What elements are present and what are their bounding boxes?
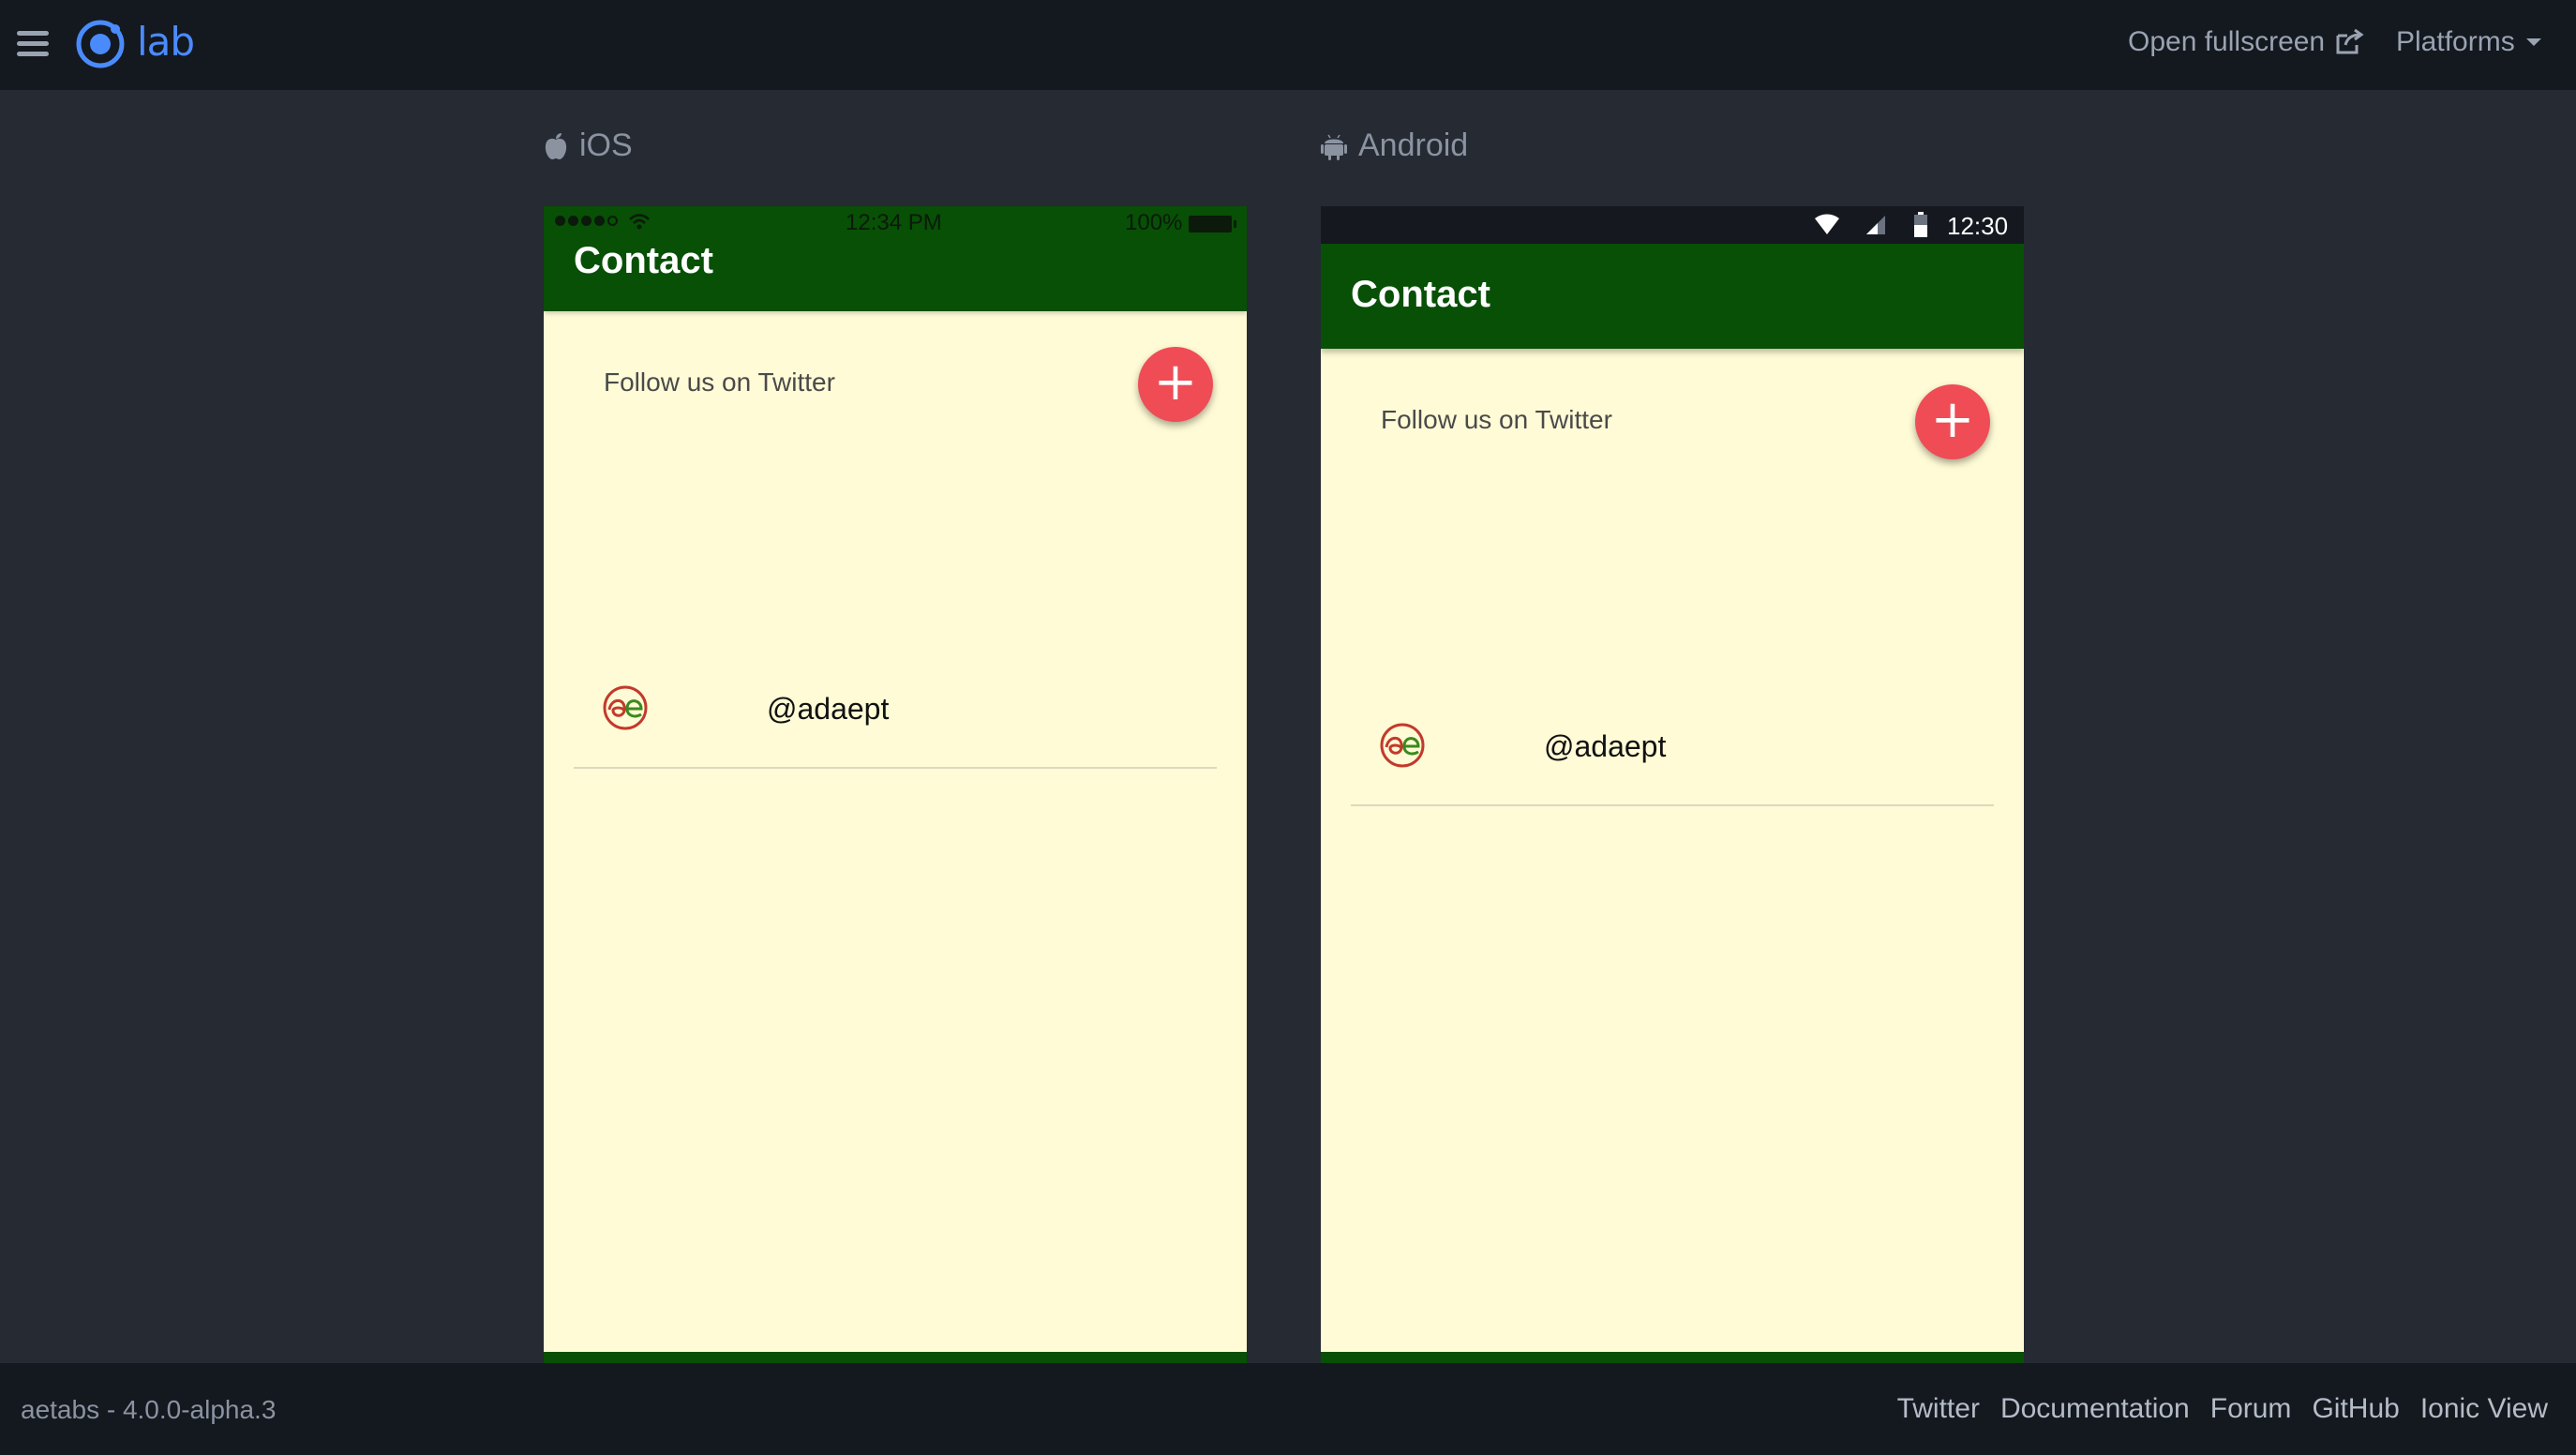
ios-label-text: iOS	[579, 128, 633, 163]
apple-icon	[545, 132, 567, 159]
footer-link-ionic-view[interactable]: Ionic View	[2420, 1393, 2548, 1425]
footer-link-documentation[interactable]: Documentation	[2000, 1393, 2190, 1425]
top-bar: lab Open fullscreen Platforms	[0, 0, 2576, 90]
android-add-fab-button[interactable]: +	[1915, 384, 1990, 459]
battery-icon	[1914, 212, 1927, 237]
wifi-icon	[1815, 214, 1839, 234]
ios-twitter-handle: @adaept	[767, 692, 890, 726]
ios-battery-percent: 100%	[1125, 210, 1183, 235]
ios-follow-text: Follow us on Twitter	[604, 368, 835, 397]
ios-status-time: 12:34 PM	[846, 210, 942, 235]
ios-status-bar: 12:34 PM 100%	[544, 206, 1247, 244]
app-logo-text[interactable]: lab	[137, 19, 195, 65]
platforms-label: Platforms	[2396, 26, 2515, 57]
footer-bar: aetabs - 4.0.0-alpha.3 Twitter Documenta…	[0, 1363, 2576, 1455]
android-follow-text: Follow us on Twitter	[1381, 405, 1612, 434]
platforms-dropdown[interactable]: Platforms	[2396, 26, 2543, 58]
battery-icon	[1189, 216, 1236, 232]
ios-add-fab-button[interactable]: +	[1138, 347, 1213, 422]
android-platform-label: Android	[1321, 128, 1468, 164]
adaept-logo-icon	[603, 685, 648, 730]
android-label-text: Android	[1358, 128, 1469, 163]
android-twitter-handle: @adaept	[1544, 729, 1667, 763]
android-status-bar: 12:30	[1321, 206, 2024, 244]
ios-twitter-list-item[interactable]: @adaept	[574, 656, 1217, 769]
android-status-time: 12:30	[1947, 212, 2009, 240]
footer-link-twitter[interactable]: Twitter	[1897, 1393, 1980, 1425]
android-page-title: Contact	[1351, 274, 1490, 315]
external-link-icon	[2336, 28, 2364, 54]
footer-link-forum[interactable]: Forum	[2210, 1393, 2292, 1425]
cell-signal-icon	[1866, 216, 1885, 234]
wifi-icon	[629, 214, 650, 230]
ionic-logo-icon[interactable]	[75, 19, 126, 69]
footer-link-github[interactable]: GitHub	[2312, 1393, 2399, 1425]
adaept-logo-icon	[1380, 723, 1425, 768]
app-version-text: aetabs - 4.0.0-alpha.3	[21, 1395, 277, 1424]
footer-links: Twitter Documentation Forum GitHub Ionic…	[1897, 1393, 2548, 1425]
android-twitter-list-item[interactable]: @adaept	[1351, 694, 1994, 806]
open-fullscreen-button[interactable]: Open fullscreen	[2128, 26, 2364, 58]
android-toolbar: Contact	[1321, 244, 2024, 349]
ios-preview-frame: 12:34 PM 100% Contact Follow us on Twitt…	[544, 206, 1247, 1365]
android-preview-frame: 12:30 Contact Follow us on Twitter + @ad…	[1321, 206, 2024, 1365]
open-fullscreen-label: Open fullscreen	[2128, 26, 2326, 57]
ios-toolbar: 12:34 PM 100% Contact	[544, 206, 1247, 311]
signal-dots-icon	[555, 216, 618, 226]
android-icon	[1321, 134, 1347, 160]
ios-page-title: Contact	[574, 240, 713, 281]
hamburger-menu-icon[interactable]	[17, 31, 49, 57]
caret-down-icon	[2525, 38, 2541, 46]
ios-platform-label: iOS	[544, 128, 633, 164]
